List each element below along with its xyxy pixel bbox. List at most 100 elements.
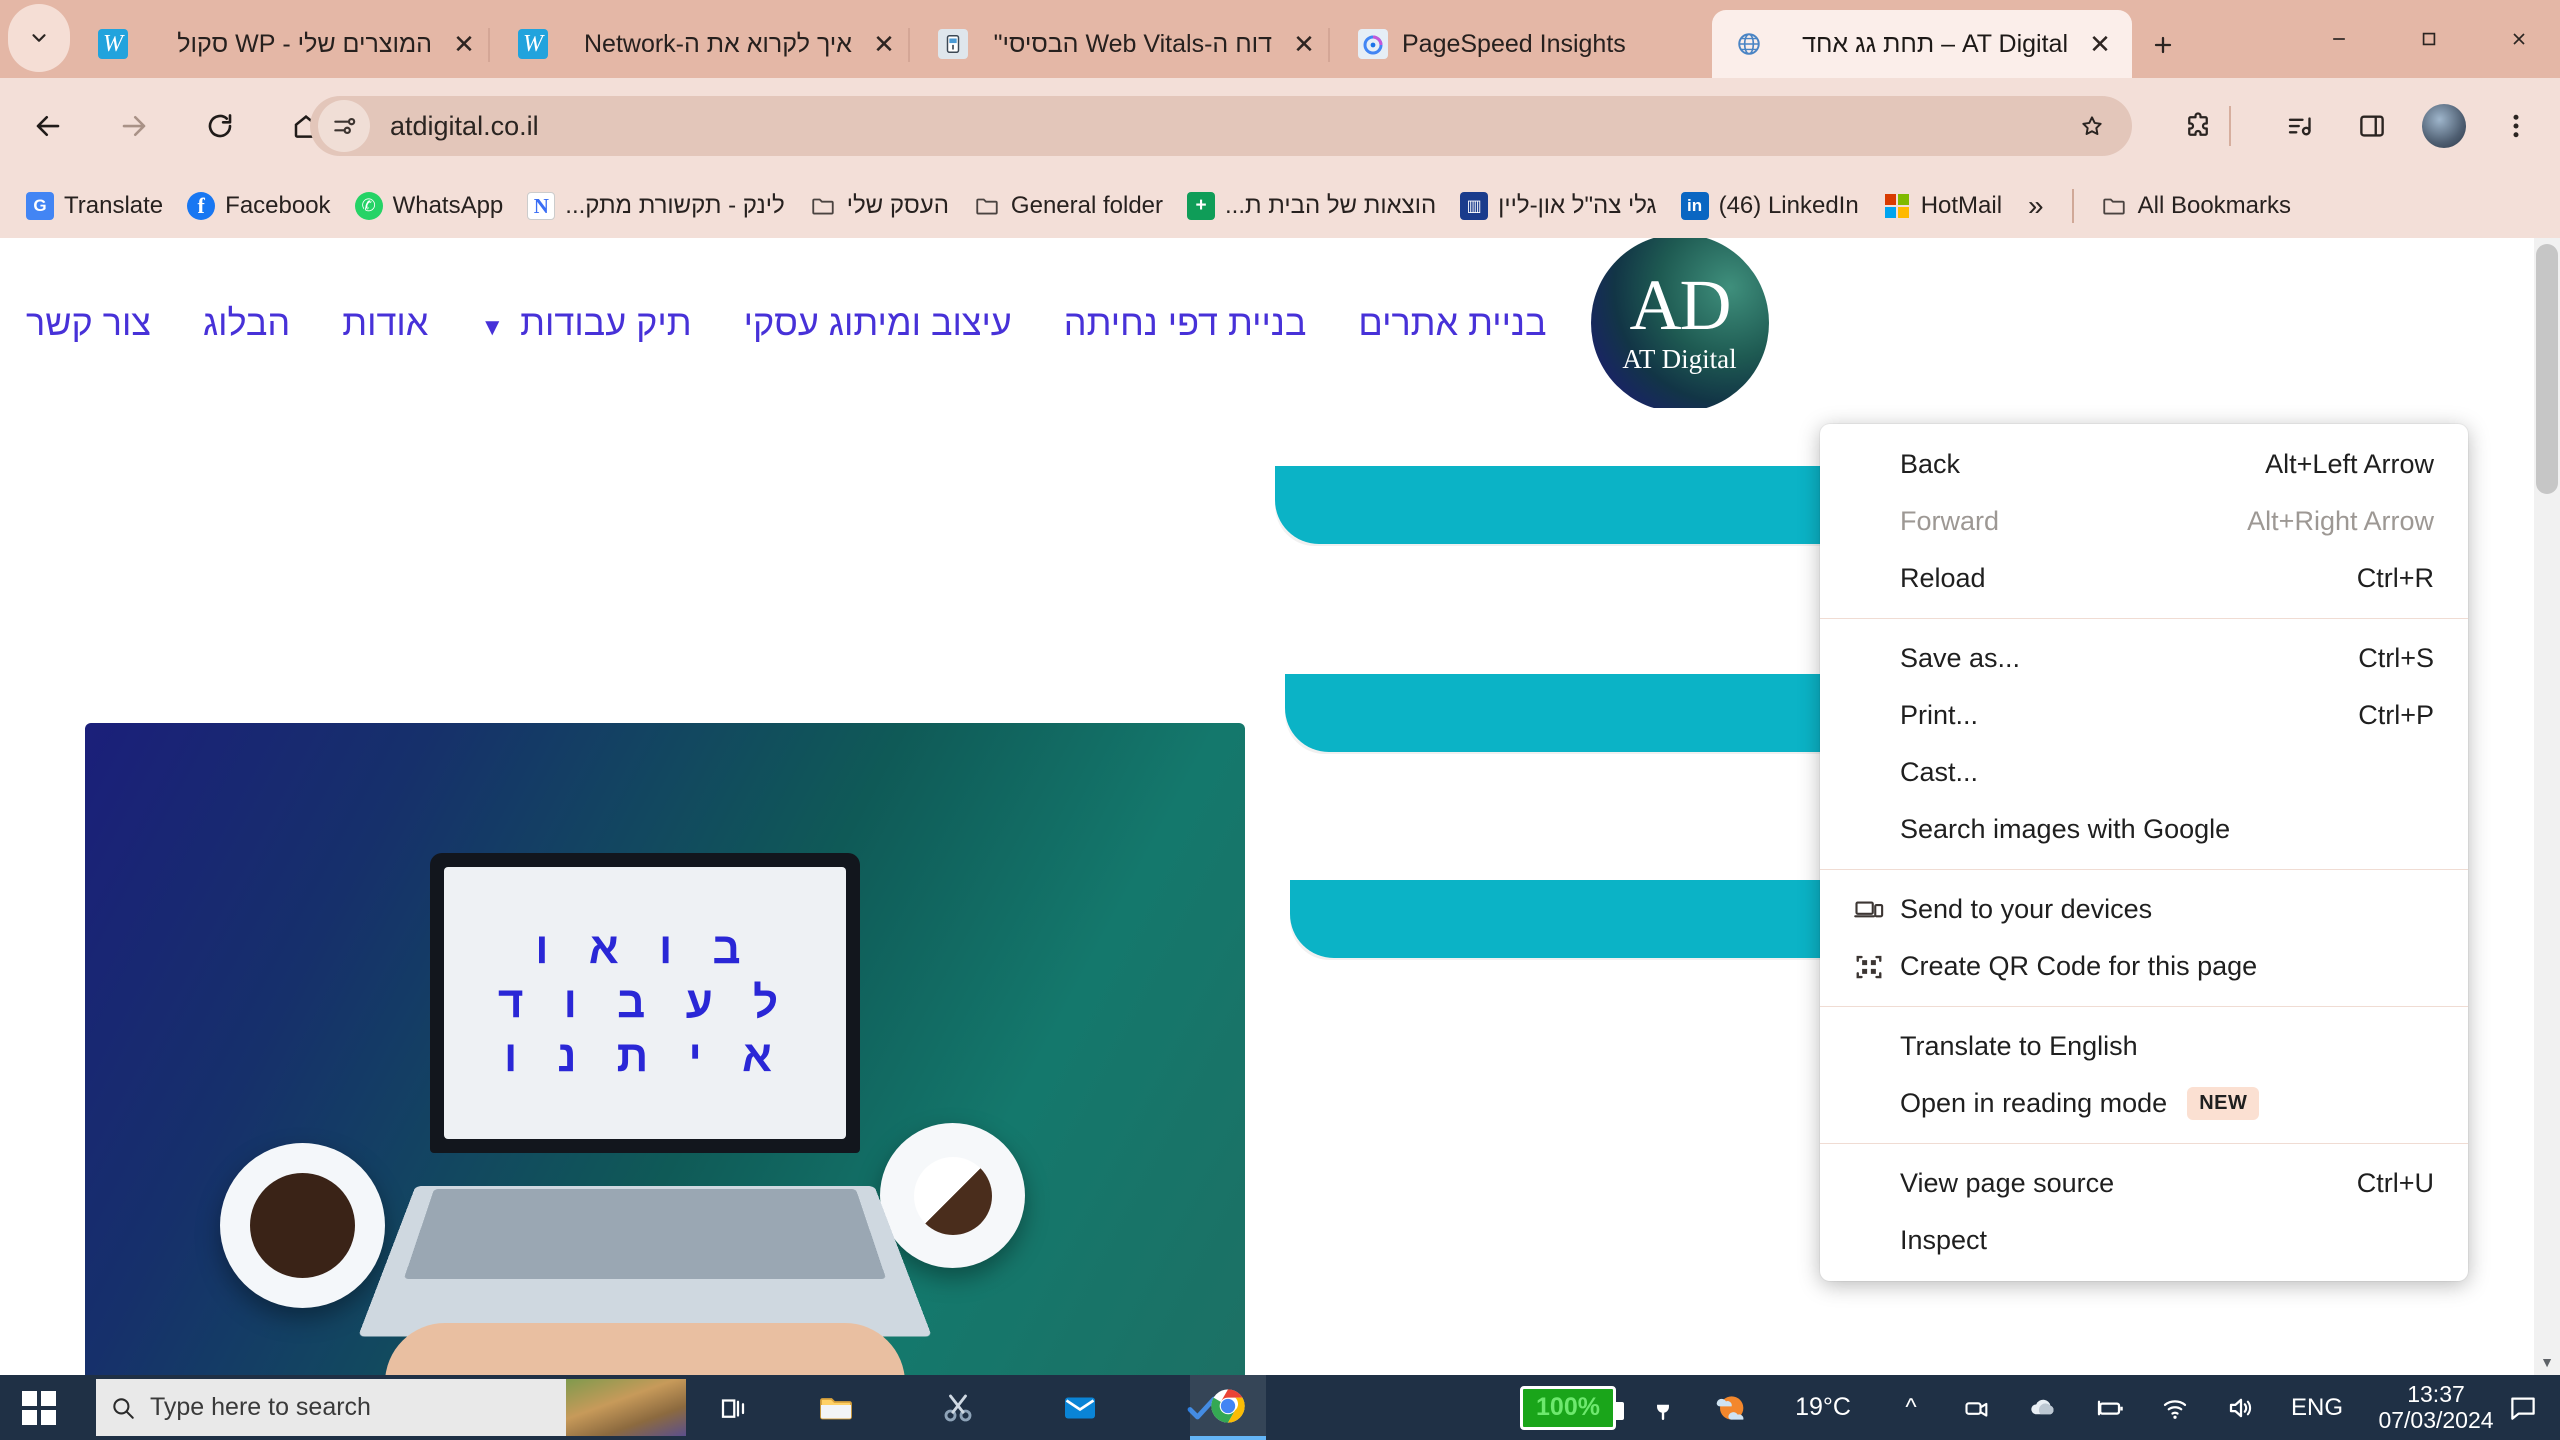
menu-item-open-in-reading-mode[interactable]: Open in reading mode NEW — [1820, 1075, 2468, 1132]
nav-item-website-building[interactable]: בניית אתרים — [1358, 302, 1546, 344]
bookmarks-overflow-button[interactable]: » — [2014, 190, 2058, 222]
nav-item-contact[interactable]: צור קשר — [26, 302, 151, 344]
bookmark-star-button[interactable] — [2066, 100, 2118, 152]
all-bookmarks-button[interactable]: All Bookmarks — [2088, 182, 2303, 230]
side-panel-button[interactable] — [2334, 78, 2410, 174]
menu-item-save-as[interactable]: Save as... Ctrl+S — [1820, 630, 2468, 687]
taskbar-app-mail[interactable] — [1042, 1375, 1118, 1440]
wifi-icon[interactable] — [2142, 1375, 2208, 1440]
taskbar-app-snipping-tool[interactable] — [920, 1375, 996, 1440]
url-text[interactable]: atdigital.co.il — [390, 111, 2066, 142]
reload-button[interactable] — [182, 78, 258, 174]
minimize-button[interactable] — [2300, 0, 2378, 78]
devices-glyph — [1854, 900, 1884, 917]
all-bookmarks-label: All Bookmarks — [2137, 192, 2291, 219]
volume-icon[interactable] — [2208, 1375, 2274, 1440]
bookmark-home-expenses[interactable]: + הוצאות של הבית ת... — [1175, 182, 1448, 230]
battery-charging-icon[interactable] — [2076, 1375, 2142, 1440]
back-button[interactable] — [10, 78, 86, 174]
star-icon — [2082, 116, 2102, 135]
bookmark-whatsapp[interactable]: ✆ WhatsApp — [343, 182, 516, 230]
tab-close-button[interactable]: ✕ — [2078, 22, 2122, 66]
taskbar-app-chrome[interactable] — [1190, 1375, 1266, 1440]
language-indicator[interactable]: ENG — [2274, 1375, 2360, 1440]
media-controls-button[interactable] — [2262, 78, 2338, 174]
menu-item-label: Back — [1900, 449, 1961, 479]
scrollbar-thumb[interactable] — [2536, 244, 2558, 494]
menu-item-cast[interactable]: Cast... — [1820, 744, 2468, 801]
scroll-down-arrow[interactable]: ▼ — [2534, 1349, 2560, 1375]
menu-item-back[interactable]: Back Alt+Left Arrow — [1820, 436, 2468, 493]
menu-item-print[interactable]: Print... Ctrl+P — [1820, 687, 2468, 744]
menu-item-view-page-source[interactable]: View page source Ctrl+U — [1820, 1155, 2468, 1212]
bookmark-hotmail[interactable]: HotMail — [1871, 182, 2014, 230]
tab-separator — [1328, 28, 1330, 62]
laptop-keyboard — [403, 1189, 887, 1279]
menu-item-label: Search images with Google — [1900, 814, 2231, 844]
site-info-icon[interactable] — [318, 100, 370, 152]
maximize-button[interactable] — [2390, 0, 2468, 78]
tab-close-button[interactable]: ✕ — [442, 22, 486, 66]
menu-item-create-qr-code[interactable]: Create QR Code for this page — [1820, 938, 2468, 995]
extensions-button[interactable] — [2160, 78, 2236, 174]
microsoft-icon — [1883, 192, 1911, 220]
site-logo[interactable]: AD AT Digital — [1590, 238, 1769, 412]
bookmark-label: WhatsApp — [392, 192, 504, 219]
weather-icon[interactable] — [1690, 1375, 1770, 1440]
qr-code-icon — [1854, 952, 1900, 982]
bookmark-general-folder[interactable]: General folder — [961, 182, 1175, 230]
toolbar-divider — [2228, 78, 2232, 174]
taskbar-search-input[interactable]: Type here to search — [96, 1379, 686, 1436]
nav-item-portfolio[interactable]: תיק עבודות ▼ — [480, 302, 691, 344]
close-window-button[interactable] — [2480, 0, 2558, 78]
menu-item-send-to-your-devices[interactable]: Send to your devices — [1820, 881, 2468, 938]
tab-0[interactable]: W המוצרים שלי - WP סקול ✕ — [76, 10, 496, 78]
bookmark-label: HotMail — [1920, 192, 2003, 219]
tab-2[interactable]: דוח ה-Web Vitals הבסיסי" ✕ — [916, 10, 1336, 78]
folder-glyph — [976, 198, 998, 215]
menu-item-inspect[interactable]: Inspect — [1820, 1212, 2468, 1269]
camera-icon[interactable] — [1944, 1375, 2010, 1440]
pagespeed-glyph — [1363, 35, 1383, 55]
nav-item-about[interactable]: אודות — [342, 302, 428, 344]
battery-charging-glyph — [2097, 1400, 2123, 1415]
battery-percent-badge[interactable]: 100% — [1508, 1375, 1628, 1440]
tab-3[interactable]: PageSpeed Insights ✕ — [1336, 10, 1756, 78]
bookmark-linkedin[interactable]: in (46) LinkedIn — [1669, 182, 1871, 230]
bookmark-my-business-folder[interactable]: העסק שלי — [797, 182, 961, 230]
pagespeed-icon — [1358, 29, 1388, 59]
tab-4-active[interactable]: AT Digital – תחת גג אחד ✕ — [1712, 10, 2132, 78]
nav-item-design-branding[interactable]: עיצוב ומיתוג עסקי — [744, 302, 1012, 344]
bookmark-galatz-radio[interactable]: ▥ גלי צה"ל און-ליין — [1448, 182, 1668, 230]
taskbar-app-file-explorer[interactable] — [798, 1375, 874, 1440]
bookmark-facebook[interactable]: f Facebook — [175, 182, 342, 230]
page-scrollbar[interactable]: ▲ ▼ — [2534, 238, 2560, 1375]
start-button[interactable] — [0, 1375, 78, 1440]
chrome-menu-button[interactable] — [2478, 78, 2554, 174]
weather-temperature[interactable]: 19°C — [1768, 1375, 1878, 1440]
tab-close-button[interactable]: ✕ — [862, 22, 906, 66]
notification-center-button[interactable] — [2508, 1375, 2538, 1440]
new-tab-button[interactable] — [2140, 22, 2186, 68]
tab-1[interactable]: W איך לקרוא את ה-Network ✕ — [496, 10, 916, 78]
nav-item-landing-pages[interactable]: בניית דפי נחיתה — [1064, 302, 1307, 344]
clock[interactable]: 13:37 07/03/2024 — [2366, 1375, 2506, 1440]
profile-avatar[interactable] — [2406, 78, 2482, 174]
menu-item-forward[interactable]: Forward Alt+Right Arrow — [1820, 493, 2468, 550]
tab-search-button[interactable] — [8, 4, 70, 72]
forward-button[interactable] — [96, 78, 172, 174]
hands-decoration — [385, 1323, 905, 1375]
bookmark-notion-link[interactable]: N לינק - תקשורת מתק... — [515, 182, 796, 230]
show-hidden-icons-button[interactable]: ^ — [1878, 1375, 1944, 1440]
bookmark-translate[interactable]: G Translate — [14, 182, 175, 230]
task-view-button[interactable] — [700, 1375, 766, 1440]
nav-item-blog[interactable]: הבלוג — [203, 302, 290, 344]
menu-item-reload[interactable]: Reload Ctrl+R — [1820, 550, 2468, 607]
menu-item-shortcut: Ctrl+R — [2356, 563, 2434, 593]
address-bar[interactable]: atdigital.co.il — [310, 96, 2132, 156]
menu-item-translate-to-english[interactable]: Translate to English — [1820, 1018, 2468, 1075]
tab-close-button[interactable]: ✕ — [1282, 22, 1326, 66]
linkedin-icon: in — [1680, 192, 1709, 220]
menu-item-search-images-with-google[interactable]: Search images with Google — [1820, 801, 2468, 858]
onedrive-icon[interactable] — [2010, 1375, 2076, 1440]
